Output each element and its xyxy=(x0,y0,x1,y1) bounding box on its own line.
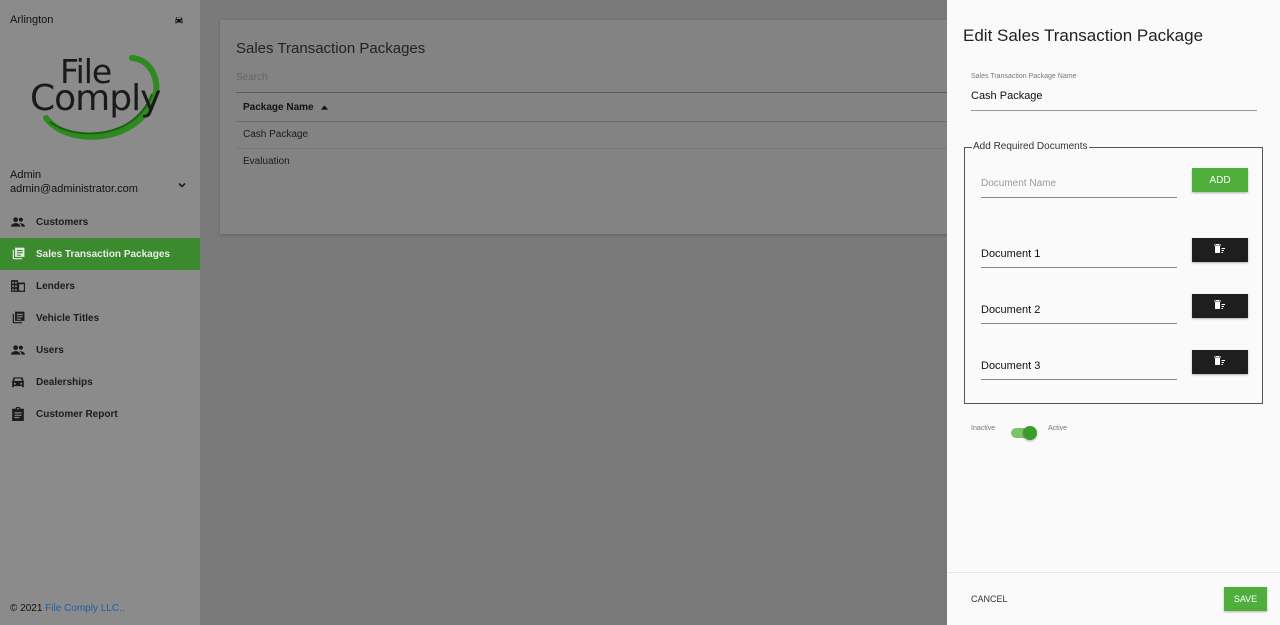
user-name: Admin xyxy=(10,169,42,181)
sidebar-item-dealerships[interactable]: Dealerships xyxy=(0,366,200,398)
building-icon xyxy=(10,278,26,294)
edit-drawer: Edit Sales Transaction Package Sales Tra… xyxy=(947,0,1280,625)
table-row[interactable]: Evaluation xyxy=(243,156,290,167)
sidebar-item-label: Vehicle Titles xyxy=(36,312,100,324)
toggle-inactive-label: Inactive xyxy=(971,425,996,432)
header-divider xyxy=(236,121,960,122)
delete-sweep-icon xyxy=(1214,353,1226,371)
car-icon xyxy=(10,374,26,390)
sidebar-item-label: Customers xyxy=(36,216,89,228)
sidebar-item-users[interactable]: Users xyxy=(0,334,200,366)
document-input[interactable]: Document 2 xyxy=(981,304,1177,324)
delete-sweep-icon xyxy=(1214,241,1226,259)
save-button[interactable]: SAVE xyxy=(1224,587,1267,611)
delete-sweep-icon xyxy=(1214,297,1226,315)
delete-document-button[interactable] xyxy=(1192,350,1248,374)
sidebar-item-vehicle-titles[interactable]: Vehicle Titles xyxy=(0,302,200,334)
search-input[interactable]: Search xyxy=(236,72,268,83)
file-comply-logo: File Comply xyxy=(28,52,173,142)
page-title: Sales Transaction Packages xyxy=(236,40,426,57)
car-icon[interactable] xyxy=(173,13,185,25)
drawer-title: Edit Sales Transaction Package xyxy=(963,26,1204,45)
location-label: Arlington xyxy=(10,14,54,26)
package-name-label: Sales Transaction Package Name xyxy=(971,73,1077,80)
sort-up-icon xyxy=(321,102,329,113)
document-input[interactable]: Document 3 xyxy=(981,360,1177,380)
row-divider xyxy=(236,148,960,149)
delete-document-button[interactable] xyxy=(1192,294,1248,318)
people-icon xyxy=(10,342,26,358)
table-row[interactable]: Cash Package xyxy=(243,129,308,140)
packages-card: Sales Transaction Packages Search Packag… xyxy=(220,20,960,234)
sidebar-item-label: Customer Report xyxy=(36,408,118,420)
column-header-package-name[interactable]: Package Name xyxy=(243,102,329,114)
footer-link[interactable]: File Comply LLC.. xyxy=(45,603,124,614)
search-underline xyxy=(236,92,960,93)
user-info[interactable]: Admin admin@administrator.com xyxy=(10,168,138,196)
chevron-down-icon[interactable] xyxy=(176,178,188,190)
sidebar: Arlington File Comply Admin admin@admini… xyxy=(0,0,200,625)
sidebar-item-label: Users xyxy=(36,344,64,356)
document-name-input[interactable]: Document Name xyxy=(981,178,1177,198)
sidebar-item-lenders[interactable]: Lenders xyxy=(0,270,200,302)
sidebar-item-customers[interactable]: Customers xyxy=(0,206,200,238)
user-email: admin@administrator.com xyxy=(10,183,138,195)
document-input[interactable]: Document 1 xyxy=(981,248,1177,268)
cancel-button[interactable]: CANCEL xyxy=(971,594,1008,604)
footer-copyright: © 2021 xyxy=(10,603,46,614)
sidebar-item-customer-report[interactable]: Customer Report xyxy=(0,398,200,430)
column-header-label: Package Name xyxy=(243,102,314,114)
sidebar-item-label: Dealerships xyxy=(36,376,93,388)
article-icon xyxy=(10,246,26,262)
article-icon xyxy=(10,310,26,326)
required-documents-legend: Add Required Documents xyxy=(972,141,1089,152)
sidebar-item-sales-transaction-packages[interactable]: Sales Transaction Packages xyxy=(0,238,200,270)
logo-text-comply: Comply xyxy=(30,78,161,119)
toggle-active-label: Active xyxy=(1048,425,1068,432)
delete-document-button[interactable] xyxy=(1192,238,1248,262)
sidebar-nav: Customers Sales Transaction Packages Len… xyxy=(0,206,200,430)
people-icon xyxy=(10,214,26,230)
add-document-button[interactable]: ADD xyxy=(1192,168,1248,192)
sidebar-item-label: Sales Transaction Packages xyxy=(36,248,170,260)
footer: © 2021 File Comply LLC.. xyxy=(10,603,125,614)
toggle-thumb xyxy=(1023,426,1037,440)
required-documents-group: Add Required Documents Document Name ADD… xyxy=(964,141,1263,404)
clipboard-icon xyxy=(10,406,26,422)
package-name-underline xyxy=(971,110,1257,111)
sidebar-item-label: Lenders xyxy=(36,280,75,292)
drawer-footer-divider xyxy=(947,572,1280,573)
package-name-input[interactable]: Cash Package xyxy=(971,90,1043,102)
